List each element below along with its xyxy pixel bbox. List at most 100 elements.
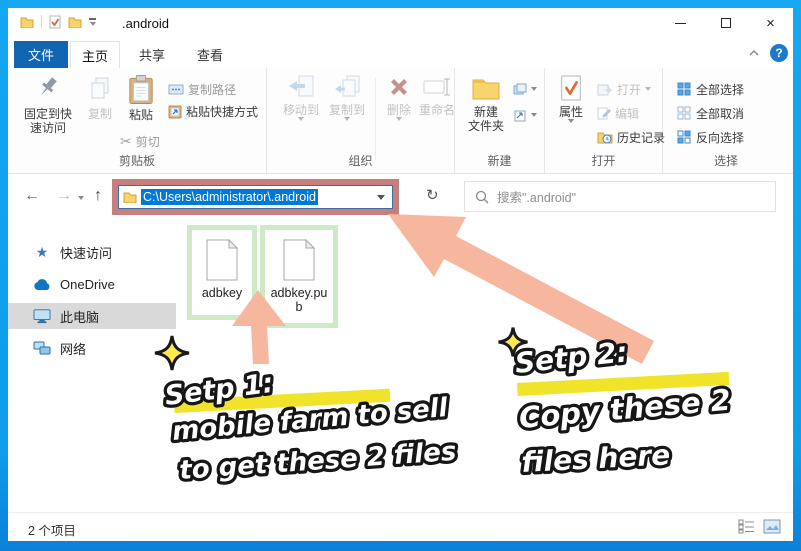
dropdown-icon [645,87,651,91]
file-item-adbkey-pub[interactable]: adbkey.pub [260,225,338,328]
window-title: .android [122,16,169,31]
folder-icon[interactable] [20,16,34,28]
copy-path-button[interactable]: 复制路径 [168,80,236,98]
minimize-button[interactable] [658,8,703,38]
star-icon: ★ [32,245,52,259]
maximize-button[interactable] [703,8,748,38]
cut-label: 剪切 [136,133,160,150]
group-label-new: 新建 [455,152,544,169]
explorer-window: .android × 文件 主页 共享 查看 ? 固定到快速访问 [8,8,793,541]
separator [375,78,376,160]
paste-button[interactable]: 粘贴 [120,74,162,122]
move-to-icon [287,74,315,100]
delete-x-icon [386,74,412,100]
paste-clipboard-icon [127,74,155,105]
sidebar-item-onedrive[interactable]: OneDrive [8,271,176,297]
tab-file[interactable]: 文件 [14,41,68,68]
sidebar-label: OneDrive [60,277,115,292]
tab-share[interactable]: 共享 [126,41,178,68]
rename-icon [422,74,452,100]
group-label-clipboard: 剪贴板 [8,152,266,169]
new-folder-label-line1: 新建 [474,105,498,119]
dropdown-icon [344,117,350,121]
search-placeholder: 搜索".android" [497,187,576,206]
recent-locations-dropdown-icon[interactable] [78,196,84,200]
new-folder-button[interactable]: 新建 文件夹 [463,74,509,133]
open-button[interactable]: 打开 [597,80,651,98]
collapse-ribbon-icon[interactable] [748,49,760,57]
address-bar-highlight-box: C:\Users\administrator\.android [112,179,399,215]
dropdown-icon [298,117,304,121]
navigation-pane: ★ 快速访问 OneDrive 此电脑 网络 [8,219,188,512]
new-folder-label-line2: 文件夹 [468,119,504,133]
ribbon-group-organize: 移动到 复制到 删除 重命名 组织 [267,68,455,173]
file-item-adbkey[interactable]: adbkey [187,225,257,320]
item-count: 2 个项目 [28,520,76,539]
rename-button[interactable]: 重命名 [417,74,457,117]
navigation-bar: ← → ↑ C:\Users\administrator\.android ↻ … [8,179,793,219]
new-item-icon [513,83,527,95]
status-bar: 2 个项目 [8,512,793,541]
invert-selection-label: 反向选择 [696,129,744,146]
tab-view[interactable]: 查看 [184,41,236,68]
select-all-label: 全部选择 [696,81,744,98]
properties-label: 属性 [559,105,583,119]
thumbnail-view-icon[interactable] [763,519,781,534]
ribbon-group-clipboard: 固定到快速访问 复制 粘贴 ✂ 剪切 复制路径 [8,68,267,173]
sidebar-item-network[interactable]: 网络 [8,335,176,361]
address-bar-input[interactable]: C:\Users\administrator\.android [118,185,393,209]
copy-icon [87,74,113,104]
properties-check-icon[interactable] [49,15,61,29]
minimize-icon [675,23,686,24]
sidebar-label: 此电脑 [60,307,99,326]
select-all-button[interactable]: 全部选择 [677,80,744,98]
copy-to-label: 复制到 [329,103,365,117]
paste-label: 粘贴 [129,108,153,122]
sidebar-item-quick-access[interactable]: ★ 快速访问 [8,239,176,265]
details-view-icon[interactable] [738,519,755,534]
ribbon-group-open: 属性 打开 编辑 历史记录 打开 [545,68,663,173]
forward-icon[interactable]: → [56,187,72,205]
cut-button[interactable]: ✂ 剪切 [120,132,160,150]
tab-home[interactable]: 主页 [70,41,120,68]
computer-icon [32,308,52,324]
view-toggle-buttons [738,519,781,534]
file-name: adbkey.pub [270,286,328,314]
sidebar-item-this-pc[interactable]: 此电脑 [8,303,176,329]
ribbon-group-new: 新建 文件夹 新建 [455,68,545,173]
move-to-button[interactable]: 移动到 [279,74,323,121]
select-none-button[interactable]: 全部取消 [677,104,744,122]
ribbon: 固定到快速访问 复制 粘贴 ✂ 剪切 复制路径 [8,68,793,174]
search-box[interactable]: 搜索".android" [464,181,776,212]
close-button[interactable]: × [748,8,793,38]
edit-icon [597,106,611,120]
customize-toolbar-dropdown-icon[interactable] [89,18,96,26]
rename-label: 重命名 [419,103,455,117]
properties-button[interactable]: 属性 [551,74,591,123]
easy-access-button[interactable] [513,106,537,124]
dropdown-icon [531,113,537,117]
group-label-organize: 组织 [267,152,454,169]
sidebar-label: 快速访问 [60,243,112,262]
up-icon[interactable]: ↑ [94,187,102,205]
folder-icon[interactable] [68,16,82,28]
copy-path-icon [168,83,184,96]
copy-to-button[interactable]: 复制到 [325,74,369,121]
refresh-icon[interactable]: ↻ [426,186,439,204]
back-icon[interactable]: ← [24,187,40,205]
delete-button[interactable]: 删除 [379,74,419,121]
new-item-button[interactable] [513,80,537,98]
invert-selection-button[interactable]: 反向选择 [677,128,744,146]
help-button[interactable]: ? [770,44,788,62]
content-area: ★ 快速访问 OneDrive 此电脑 网络 adbkey [8,219,793,512]
folder-icon [123,191,137,203]
copy-button[interactable]: 复制 [82,74,118,121]
history-button[interactable]: 历史记录 [597,128,665,146]
edit-button[interactable]: 编辑 [597,104,639,122]
pin-to-quick-access-button[interactable]: 固定到快速访问 [16,74,80,135]
network-icon [32,341,52,356]
paste-shortcut-button[interactable]: 粘贴快捷方式 [168,102,258,120]
address-dropdown-icon[interactable] [377,195,385,200]
scissors-icon: ✂ [120,134,132,148]
sidebar-label: 网络 [60,339,86,358]
